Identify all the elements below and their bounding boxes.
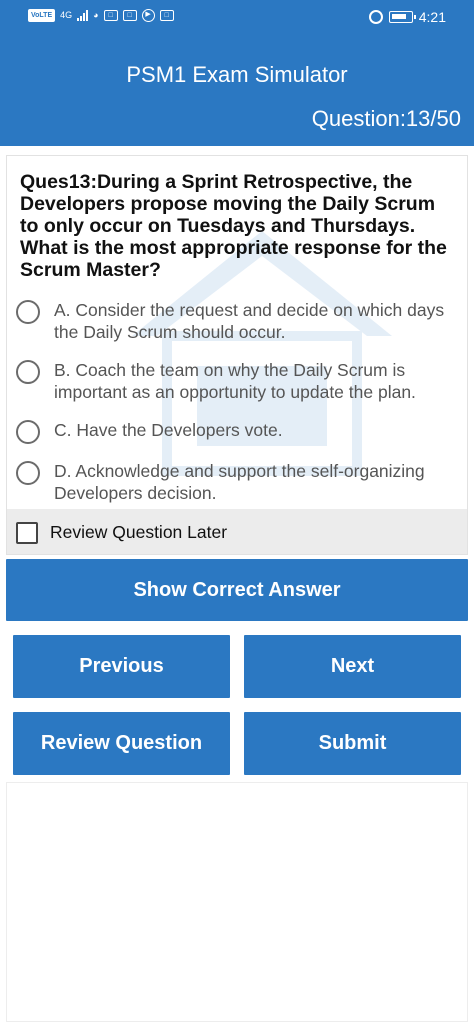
question-counter: Question:13/50 (311, 106, 461, 131)
app-header: VoLTE 4G ◕ □ □ ▶ □ 4:21 PSM1 Exam Simula… (0, 0, 474, 146)
review-later-row[interactable]: Review Question Later (7, 509, 467, 554)
review-later-label[interactable]: Review Question Later (50, 522, 227, 543)
volte-icon: VoLTE (28, 9, 56, 22)
status-time: 4:21 (418, 9, 446, 25)
option-c-label[interactable]: C. Have the Developers vote. (54, 419, 464, 441)
question-text: Ques13:During a Sprint Retrospective, th… (20, 171, 447, 281)
review-question-button[interactable]: Review Question (13, 712, 230, 775)
status-bar: VoLTE 4G ◕ □ □ ▶ □ 4:21 (0, 0, 474, 36)
option-d[interactable]: D. Acknowledge and support the self-orga… (7, 460, 467, 504)
wifi-icon: ◕ (93, 10, 99, 20)
option-a-label[interactable]: A. Consider the request and decide on wh… (54, 299, 464, 343)
app-title: PSM1 Exam Simulator (126, 62, 348, 87)
network-type-label: 4G (60, 10, 73, 20)
option-b-label[interactable]: B. Coach the team on why the Daily Scrum… (54, 359, 464, 403)
option-c[interactable]: C. Have the Developers vote. (7, 419, 467, 444)
review-later-checkbox[interactable] (16, 521, 38, 544)
previous-button[interactable]: Previous (13, 635, 230, 698)
signal-icon (77, 10, 89, 21)
show-correct-answer-button[interactable]: Show Correct Answer (6, 559, 468, 621)
notification-app-icon-2: □ (122, 10, 137, 21)
notification-app-icon: □ (103, 10, 118, 21)
option-b[interactable]: B. Coach the team on why the Daily Scrum… (7, 359, 467, 403)
bottom-panel (6, 782, 468, 1022)
notification-app-icon-3: □ (159, 10, 174, 21)
option-d-label[interactable]: D. Acknowledge and support the self-orga… (54, 460, 464, 504)
play-icon: ▶ (141, 9, 155, 22)
answer-options: A. Consider the request and decide on wh… (7, 299, 467, 504)
radio-button-a[interactable] (16, 300, 40, 324)
next-button[interactable]: Next (244, 635, 461, 698)
submit-button[interactable]: Submit (244, 712, 461, 775)
status-indicators-left: VoLTE 4G ◕ □ □ ▶ □ (28, 9, 174, 22)
status-indicators-right: 4:21 (368, 9, 446, 25)
question-card: Ques13:During a Sprint Retrospective, th… (6, 155, 468, 555)
alarm-icon (368, 10, 383, 24)
battery-icon (388, 11, 416, 23)
radio-button-d[interactable] (16, 461, 40, 485)
radio-button-c[interactable] (16, 420, 40, 444)
option-a[interactable]: A. Consider the request and decide on wh… (7, 299, 467, 343)
radio-button-b[interactable] (16, 360, 40, 384)
